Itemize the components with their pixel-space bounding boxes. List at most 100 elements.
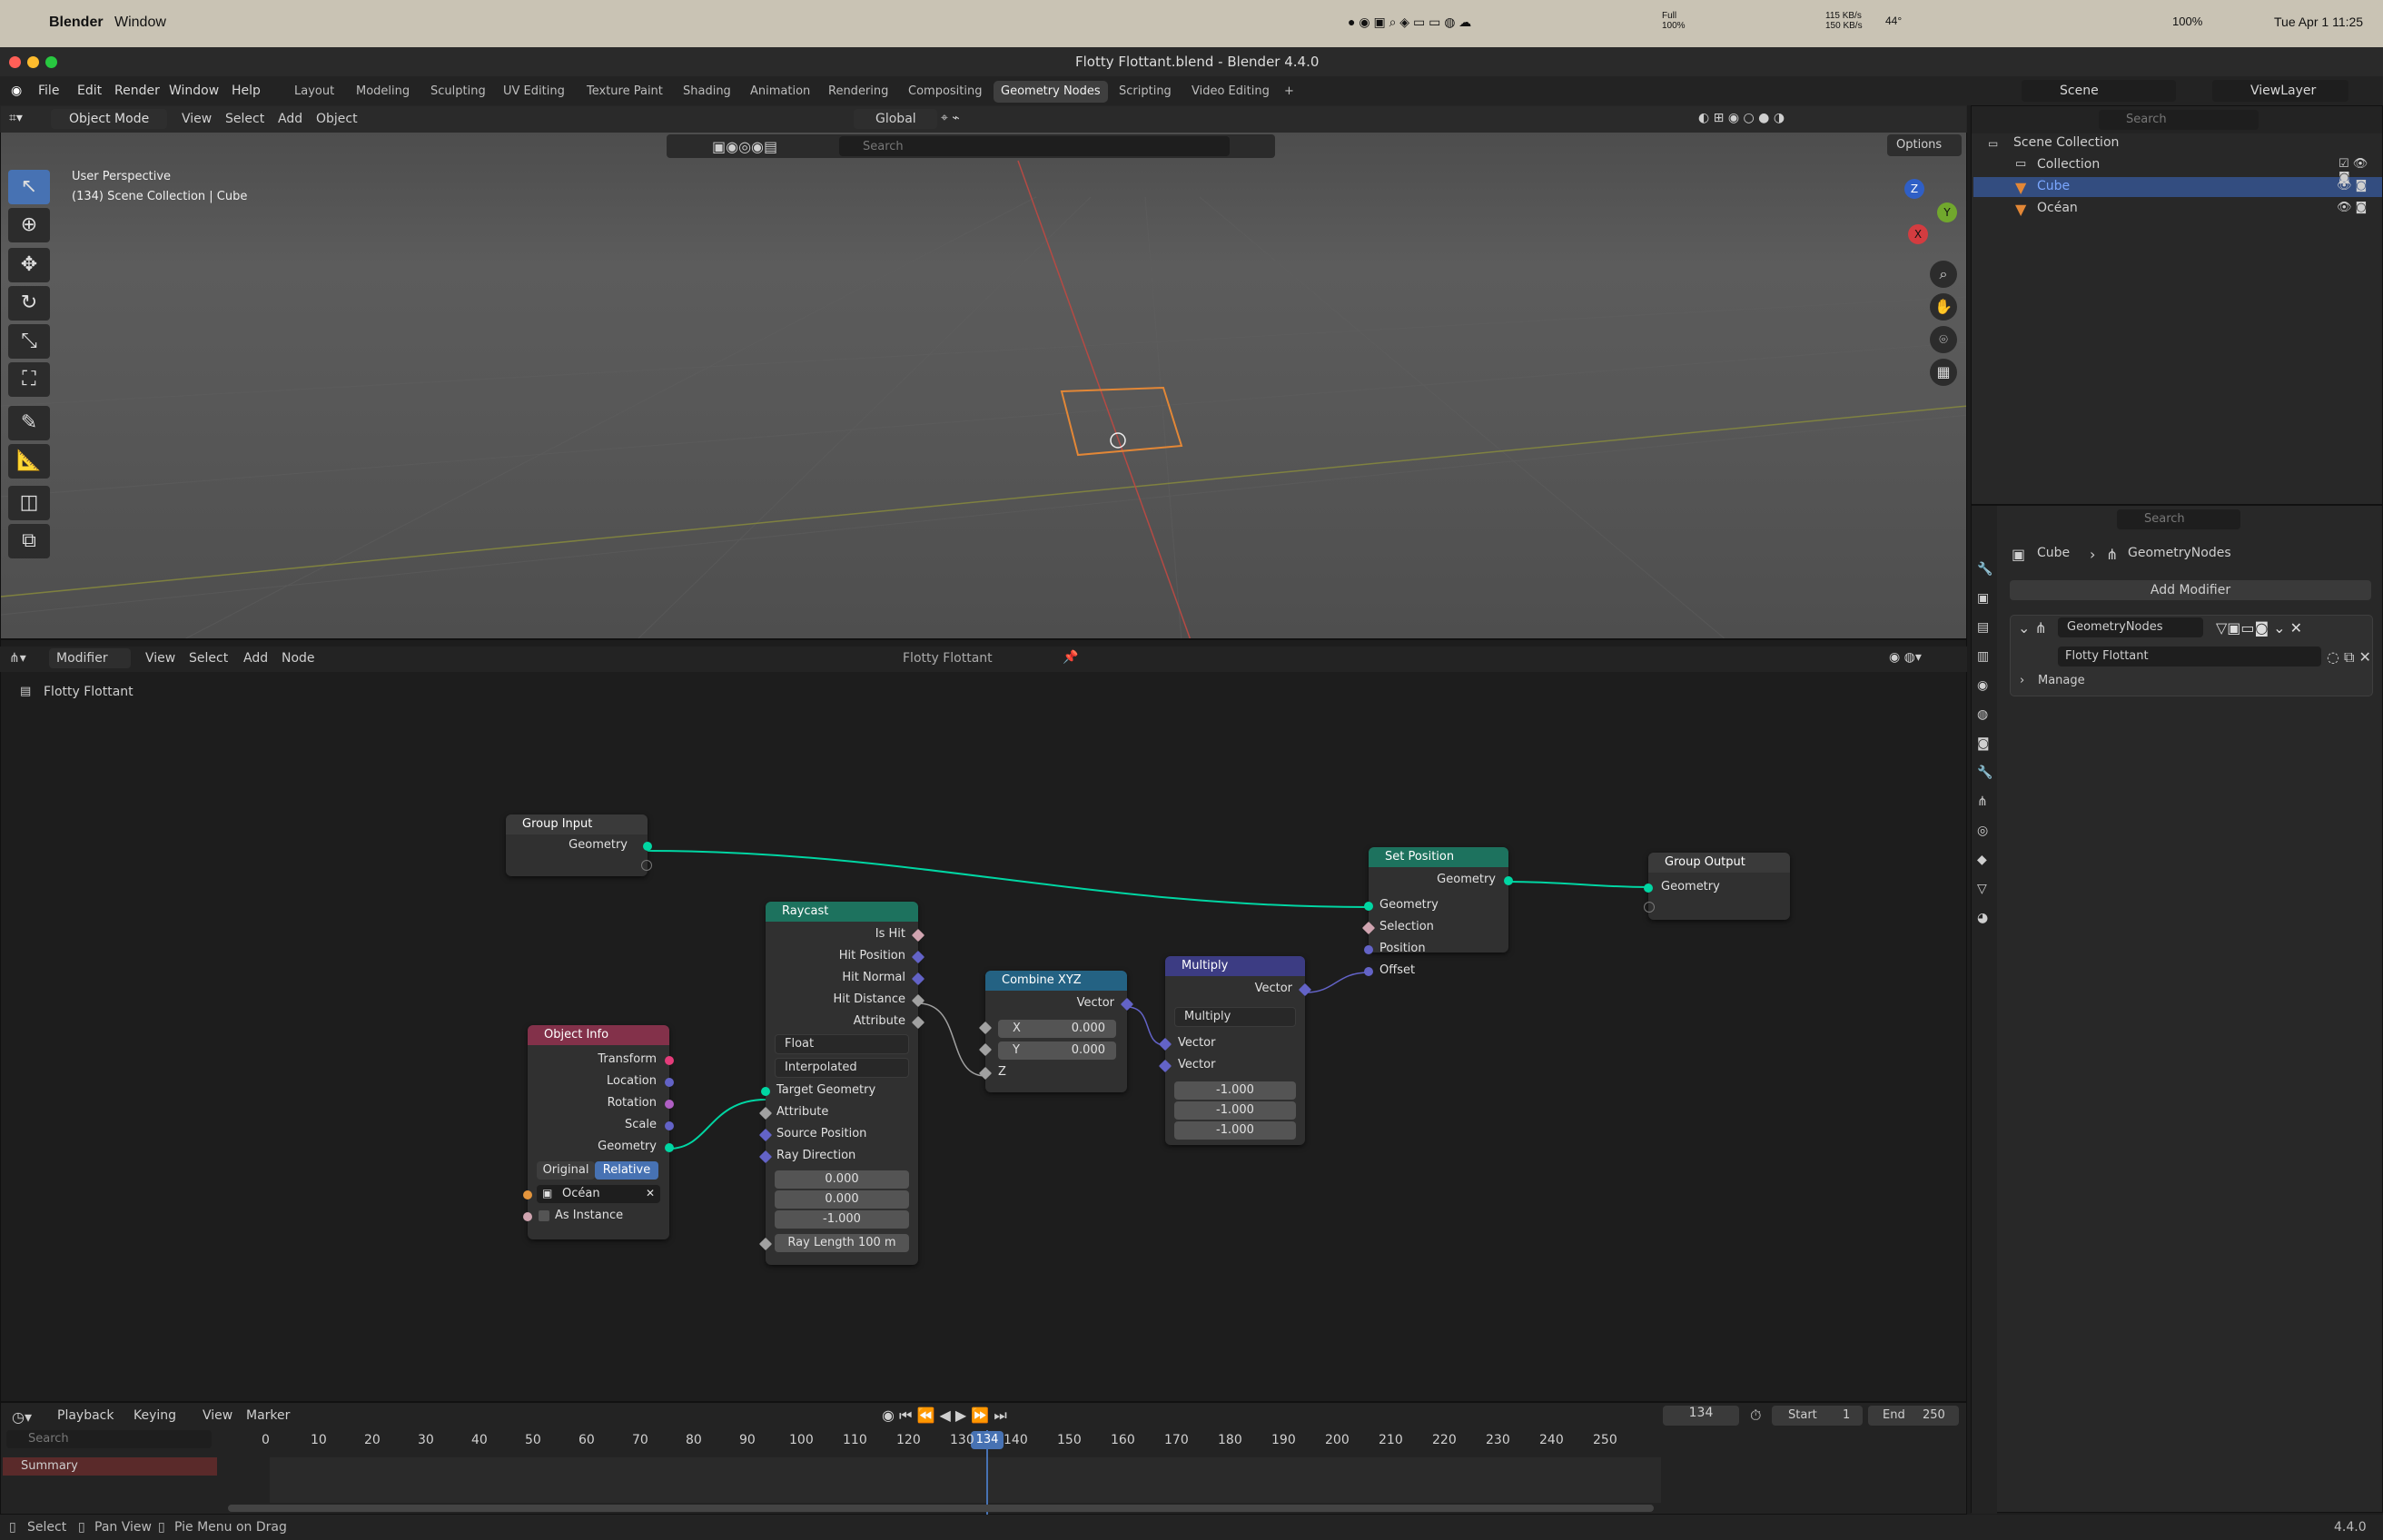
node-tree-name[interactable]: Flotty Flottant bbox=[903, 651, 993, 666]
manage-chevron-icon[interactable]: › bbox=[2020, 674, 2024, 687]
node-menu-select[interactable]: Select bbox=[189, 651, 228, 666]
outliner-row-cube[interactable] bbox=[1973, 177, 2382, 197]
menu-edit[interactable]: Edit bbox=[77, 84, 102, 98]
gizmo-x-axis[interactable]: X bbox=[1908, 224, 1928, 244]
node-editor[interactable]: Group Input Geometry Set Position Geomet… bbox=[0, 639, 1967, 1402]
operation-dropdown[interactable]: Multiply bbox=[1174, 1007, 1296, 1027]
tab-shading[interactable]: Shading bbox=[676, 81, 738, 103]
virtual-socket[interactable] bbox=[1644, 902, 1655, 913]
current-frame-field[interactable]: 134 bbox=[1663, 1406, 1739, 1426]
menu-window[interactable]: Window bbox=[169, 84, 219, 98]
node-raycast[interactable]: Raycast Is Hit Hit Position Hit Normal H… bbox=[758, 902, 925, 1265]
pin-icon[interactable]: 📌 bbox=[1063, 650, 1078, 665]
ortho-toggle-icon[interactable]: ▦ bbox=[1930, 359, 1957, 386]
3d-viewport[interactable]: ↖ ⊕ ✥ ↻ ⤡ ⛶ ✎ 📐 ◫ ⧉ User Perspective (13… bbox=[0, 105, 1967, 639]
as-instance-checkbox[interactable] bbox=[539, 1210, 549, 1221]
timeline-menu-marker[interactable]: Marker bbox=[246, 1408, 290, 1423]
tab-layout[interactable]: Layout bbox=[287, 81, 341, 103]
geometry-socket[interactable] bbox=[643, 842, 652, 851]
node-menu-add[interactable]: Add bbox=[243, 651, 268, 666]
vector-socket[interactable] bbox=[665, 1121, 674, 1130]
node-editor-breadcrumb[interactable]: Flotty Flottant bbox=[44, 685, 133, 699]
tab-sculpting[interactable]: Sculpting bbox=[423, 81, 493, 103]
outliner-item-ocean[interactable]: Océan bbox=[2037, 201, 2078, 215]
tab-video-editing[interactable]: Video Editing bbox=[1184, 81, 1277, 103]
timeline-menu-view[interactable]: View bbox=[203, 1408, 232, 1423]
scale-tool-icon[interactable]: ⤡ bbox=[8, 324, 50, 359]
end-frame-field[interactable] bbox=[1868, 1406, 1959, 1426]
ray-direction-z-field[interactable]: -1.000 bbox=[775, 1210, 909, 1229]
breadcrumb-modifier[interactable]: GeometryNodes bbox=[2128, 546, 2231, 560]
keyframe-area[interactable] bbox=[270, 1457, 1661, 1503]
multiply-z-field[interactable]: -1.000 bbox=[1174, 1121, 1296, 1140]
outliner-item-collection[interactable]: Collection bbox=[2037, 157, 2100, 172]
snapping-icon[interactable]: ⌖ ⌁ bbox=[941, 111, 960, 125]
move-tool-icon[interactable]: ✥ bbox=[8, 248, 50, 282]
mapping-dropdown[interactable]: Interpolated bbox=[775, 1058, 909, 1078]
vector-socket[interactable] bbox=[1364, 967, 1373, 976]
collapse-chevron-icon[interactable]: ⌄ ⋔ bbox=[2018, 619, 2047, 637]
viewport-options-button[interactable]: Options bbox=[1887, 134, 1962, 156]
breadcrumb-object[interactable]: Cube bbox=[2037, 546, 2070, 560]
x-field[interactable]: X 0.000 bbox=[998, 1020, 1116, 1038]
node-set-position[interactable]: Set Position Geometry Geometry Selection… bbox=[1361, 847, 1513, 977]
ray-direction-y-field[interactable]: 0.000 bbox=[775, 1190, 909, 1209]
timeline-scrollbar[interactable] bbox=[228, 1505, 1654, 1512]
node-group-input[interactable]: Group Input Geometry bbox=[506, 814, 652, 876]
add-workspace-button[interactable]: + bbox=[1277, 81, 1301, 103]
tab-uv-editing[interactable]: UV Editing bbox=[496, 81, 572, 103]
close-window-button[interactable] bbox=[9, 56, 21, 68]
mac-window-menu[interactable]: Window bbox=[114, 15, 166, 31]
app-name[interactable]: Blender bbox=[49, 15, 104, 31]
visibility-icons[interactable]: 👁 ◙ bbox=[2337, 179, 2367, 192]
geometry-socket[interactable] bbox=[1644, 884, 1653, 893]
zoom-window-button[interactable] bbox=[45, 56, 57, 68]
select-tool-icon[interactable]: ↖ bbox=[8, 170, 50, 204]
properties-tab-icons[interactable]: 🔧 ▣ ▤ ▥ ◉ ◍ ◙ 🔧 ⋔ ◎ ◆ ▽ ◕ bbox=[1977, 555, 1992, 933]
outliner-item-cube[interactable]: Cube bbox=[2037, 179, 2070, 193]
node-menu-view[interactable]: View bbox=[145, 651, 175, 666]
node-object-info[interactable]: Object Info Transform Location Rotation … bbox=[523, 1025, 674, 1239]
viewport-menu-select[interactable]: Select bbox=[225, 112, 264, 126]
clear-object-icon[interactable]: ✕ bbox=[646, 1187, 655, 1199]
object-picker-field[interactable]: Océan bbox=[537, 1185, 660, 1203]
y-field[interactable]: Y 0.000 bbox=[998, 1041, 1116, 1060]
minimize-window-button[interactable] bbox=[27, 56, 39, 68]
multiply-y-field[interactable]: -1.000 bbox=[1174, 1101, 1296, 1120]
cursor-tool-icon[interactable]: ⊕ bbox=[8, 208, 50, 242]
playhead-frame-badge[interactable]: 134 bbox=[971, 1431, 1004, 1449]
editor-type-icon[interactable]: ⋔▾ bbox=[9, 651, 26, 666]
add-cube-tool-icon[interactable]: ◫ bbox=[8, 486, 50, 520]
annotate-tool-icon[interactable]: ✎ bbox=[8, 406, 50, 440]
tab-texture-paint[interactable]: Texture Paint bbox=[579, 81, 670, 103]
mode-relative-button[interactable]: Relative bbox=[595, 1161, 658, 1180]
menu-render[interactable]: Render bbox=[114, 84, 160, 98]
node-overlay-icons[interactable]: ◉ ◍▾ bbox=[1889, 650, 1922, 665]
manage-subpanel[interactable]: Manage bbox=[2038, 674, 2085, 687]
virtual-socket[interactable] bbox=[641, 860, 652, 871]
node-group-action-icons[interactable]: ◌ ⧉ ✕ bbox=[2327, 648, 2371, 666]
3d-cursor-icon[interactable] bbox=[1110, 432, 1126, 449]
zoom-view-icon[interactable]: ⌕ bbox=[1930, 261, 1957, 288]
visibility-icons[interactable]: 👁 ◙ bbox=[2337, 201, 2367, 214]
node-menu-node[interactable]: Node bbox=[282, 651, 315, 666]
viewport-menu-add[interactable]: Add bbox=[278, 112, 302, 126]
battery-level[interactable]: 100% bbox=[2172, 15, 2202, 28]
boolean-socket[interactable] bbox=[523, 1212, 532, 1221]
object-socket[interactable] bbox=[523, 1190, 532, 1199]
geometry-socket[interactable] bbox=[761, 1087, 770, 1096]
playback-controls[interactable]: ◉ ⏮ ⏪ ◀ ▶ ⏩ ⏭ bbox=[882, 1407, 1007, 1425]
node-group-output[interactable]: Group Output Geometry bbox=[1644, 853, 1790, 920]
modifier-toggle-icons[interactable]: ▽▣▭◙ ⌄ ✕ bbox=[2216, 619, 2302, 637]
menu-help[interactable]: Help bbox=[232, 84, 261, 98]
gizmo-z-axis[interactable]: Z bbox=[1904, 179, 1924, 199]
editor-type-icon[interactable]: ⌗▾ bbox=[9, 111, 23, 125]
vector-socket[interactable] bbox=[665, 1078, 674, 1087]
status-icons[interactable]: ● ◉ ▣ ⌕ ◈ ▭ ▭ ◍ ☁ bbox=[1348, 15, 1471, 30]
viewport-shading-icons[interactable]: ◐ ⊞ ◉ ○ ● ◑ bbox=[1698, 111, 1785, 125]
stopwatch-icon[interactable]: ⏱ bbox=[1750, 1407, 1761, 1425]
ray-length-field[interactable]: Ray Length 100 m bbox=[775, 1234, 909, 1252]
viewport-menu-object[interactable]: Object bbox=[316, 112, 358, 126]
rotation-socket[interactable] bbox=[665, 1100, 674, 1109]
transform-tool-icon[interactable]: ⛶ bbox=[8, 362, 50, 397]
